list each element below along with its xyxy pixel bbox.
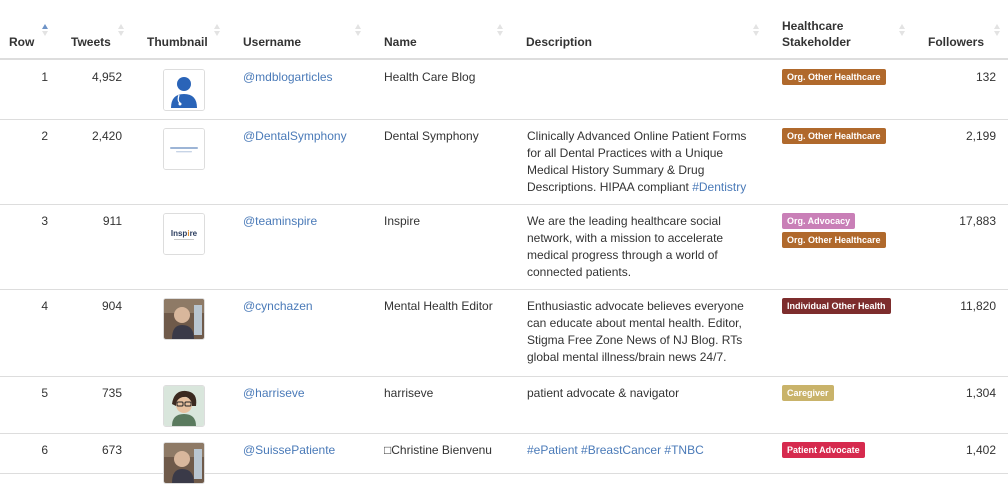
tweet-count: 673 — [101, 443, 122, 457]
description-body: We are the leading healthcare social net… — [527, 214, 724, 279]
description-text: Enthusiastic advocate believes everyone … — [527, 298, 763, 366]
sort-icon[interactable] — [497, 24, 505, 38]
description-text: Clinically Advanced Online Patient Forms… — [527, 128, 763, 196]
sort-ascending-icon[interactable] — [42, 24, 50, 38]
column-header-thumbnail[interactable]: Thumbnail — [147, 34, 208, 50]
display-name: Dental Symphony — [384, 129, 479, 143]
stakeholder-badges: Caregiver — [782, 385, 902, 404]
blue-person-avatar-icon[interactable] — [163, 69, 205, 111]
follower-count: 2,199 — [965, 129, 996, 143]
tweet-count: 911 — [102, 214, 122, 228]
stakeholder-badge: Org. Other Healthcare — [782, 69, 886, 85]
hashtag-link[interactable]: #Dentistry — [692, 180, 746, 194]
stakeholder-badge: Individual Other Health — [782, 298, 891, 314]
username-link[interactable]: @SuissePatiente — [243, 442, 373, 459]
display-name: harriseve — [384, 386, 434, 400]
tweet-count: 2,420 — [91, 129, 122, 143]
stakeholder-badge: Org. Other Healthcare — [782, 232, 886, 248]
stakeholder-badge: Patient Advocate — [782, 442, 865, 458]
description-text: #ePatient #BreastCancer #TNBC — [527, 442, 763, 459]
table-row: 6 673 @SuissePatiente □Christine Bienvenu #e… — [0, 434, 1008, 484]
follower-count: 1,304 — [965, 386, 996, 400]
description-text: patient advocate & navigator — [527, 385, 763, 402]
sort-icon[interactable] — [899, 24, 907, 38]
column-header-tweets[interactable]: Tweets — [71, 34, 111, 50]
hashtag-link[interactable]: #ePatient #BreastCancer #TNBC — [527, 443, 704, 457]
tweet-count: 904 — [101, 299, 122, 313]
table-row: 1 4,952 @mdblogarticles Health Care Blog Org… — [0, 61, 1008, 120]
column-header-stakeholder[interactable]: Healthcare Stakeholder — [782, 18, 877, 50]
table-row: 5 735 @harriseve harriseve patient advocate … — [0, 377, 1008, 434]
row-number: 5 — [41, 386, 48, 400]
display-name: Mental Health Editor — [384, 299, 493, 313]
sort-icon[interactable] — [214, 24, 222, 38]
table-row: 4 904 @cynchazen Mental Health Editor Enthus… — [0, 290, 1008, 377]
inspire-logo-icon[interactable]: Inspire — [163, 213, 205, 255]
stakeholder-badges: Org. Other Healthcare — [782, 128, 902, 147]
sort-icon[interactable] — [753, 24, 761, 38]
stakeholder-badge: Org. Advocacy — [782, 213, 856, 229]
display-name: □Christine Bienvenu — [384, 443, 492, 457]
dental-symphony-logo-icon[interactable] — [163, 128, 205, 170]
follower-count: 11,820 — [960, 299, 996, 313]
follower-count: 1,402 — [965, 443, 996, 457]
sort-icon[interactable] — [355, 24, 363, 38]
follower-count: 132 — [975, 70, 996, 84]
description-body: Enthusiastic advocate believes everyone … — [527, 299, 744, 364]
column-header-username[interactable]: Username — [243, 34, 301, 50]
svg-text:Inspire: Inspire — [171, 229, 198, 238]
column-header-followers[interactable]: Followers — [928, 34, 984, 50]
table-row: 3 911 Inspire @teaminspire Inspire We are the… — [0, 205, 1008, 290]
stakeholder-badges: Org. Other Healthcare — [782, 69, 902, 88]
follower-count: 17,883 — [959, 214, 996, 228]
display-name: Health Care Blog — [384, 70, 476, 84]
table-row: 2 2,420 @DentalSymphony Dental Symphony Clin… — [0, 120, 1008, 205]
row-number: 2 — [41, 129, 48, 143]
username-link[interactable]: @DentalSymphony — [243, 128, 373, 145]
row-number: 6 — [41, 443, 48, 457]
display-name: Inspire — [384, 214, 421, 228]
stakeholder-badges: Org. Advocacy Org. Other Healthcare — [782, 213, 902, 251]
table-header: Row Tweets Thumbnail Username Name Descr… — [0, 0, 1008, 60]
username-link[interactable]: @teaminspire — [243, 213, 373, 230]
column-header-description[interactable]: Description — [526, 34, 592, 50]
description-body: patient advocate & navigator — [527, 386, 680, 400]
tweet-count: 4,952 — [91, 70, 122, 84]
profile-photo-icon[interactable] — [163, 298, 205, 340]
column-header-row[interactable]: Row — [9, 34, 34, 50]
stakeholder-badges: Patient Advocate — [782, 442, 902, 461]
username-link[interactable]: @harriseve — [243, 385, 373, 402]
stakeholder-badge: Caregiver — [782, 385, 834, 401]
row-number: 4 — [41, 299, 48, 313]
stakeholder-badges: Individual Other Health — [782, 298, 902, 317]
username-link[interactable]: @mdblogarticles — [243, 69, 373, 86]
description-text: We are the leading healthcare social net… — [527, 213, 763, 281]
tweet-count: 735 — [101, 386, 122, 400]
cartoon-avatar-icon[interactable] — [163, 385, 205, 427]
sort-icon[interactable] — [118, 24, 126, 38]
column-header-name[interactable]: Name — [384, 34, 417, 50]
stakeholder-badge: Org. Other Healthcare — [782, 128, 886, 144]
username-link[interactable]: @cynchazen — [243, 298, 373, 315]
row-number: 1 — [41, 70, 48, 84]
sort-icon[interactable] — [994, 24, 1002, 38]
row-number: 3 — [41, 214, 48, 228]
profile-photo-icon[interactable] — [163, 442, 205, 484]
